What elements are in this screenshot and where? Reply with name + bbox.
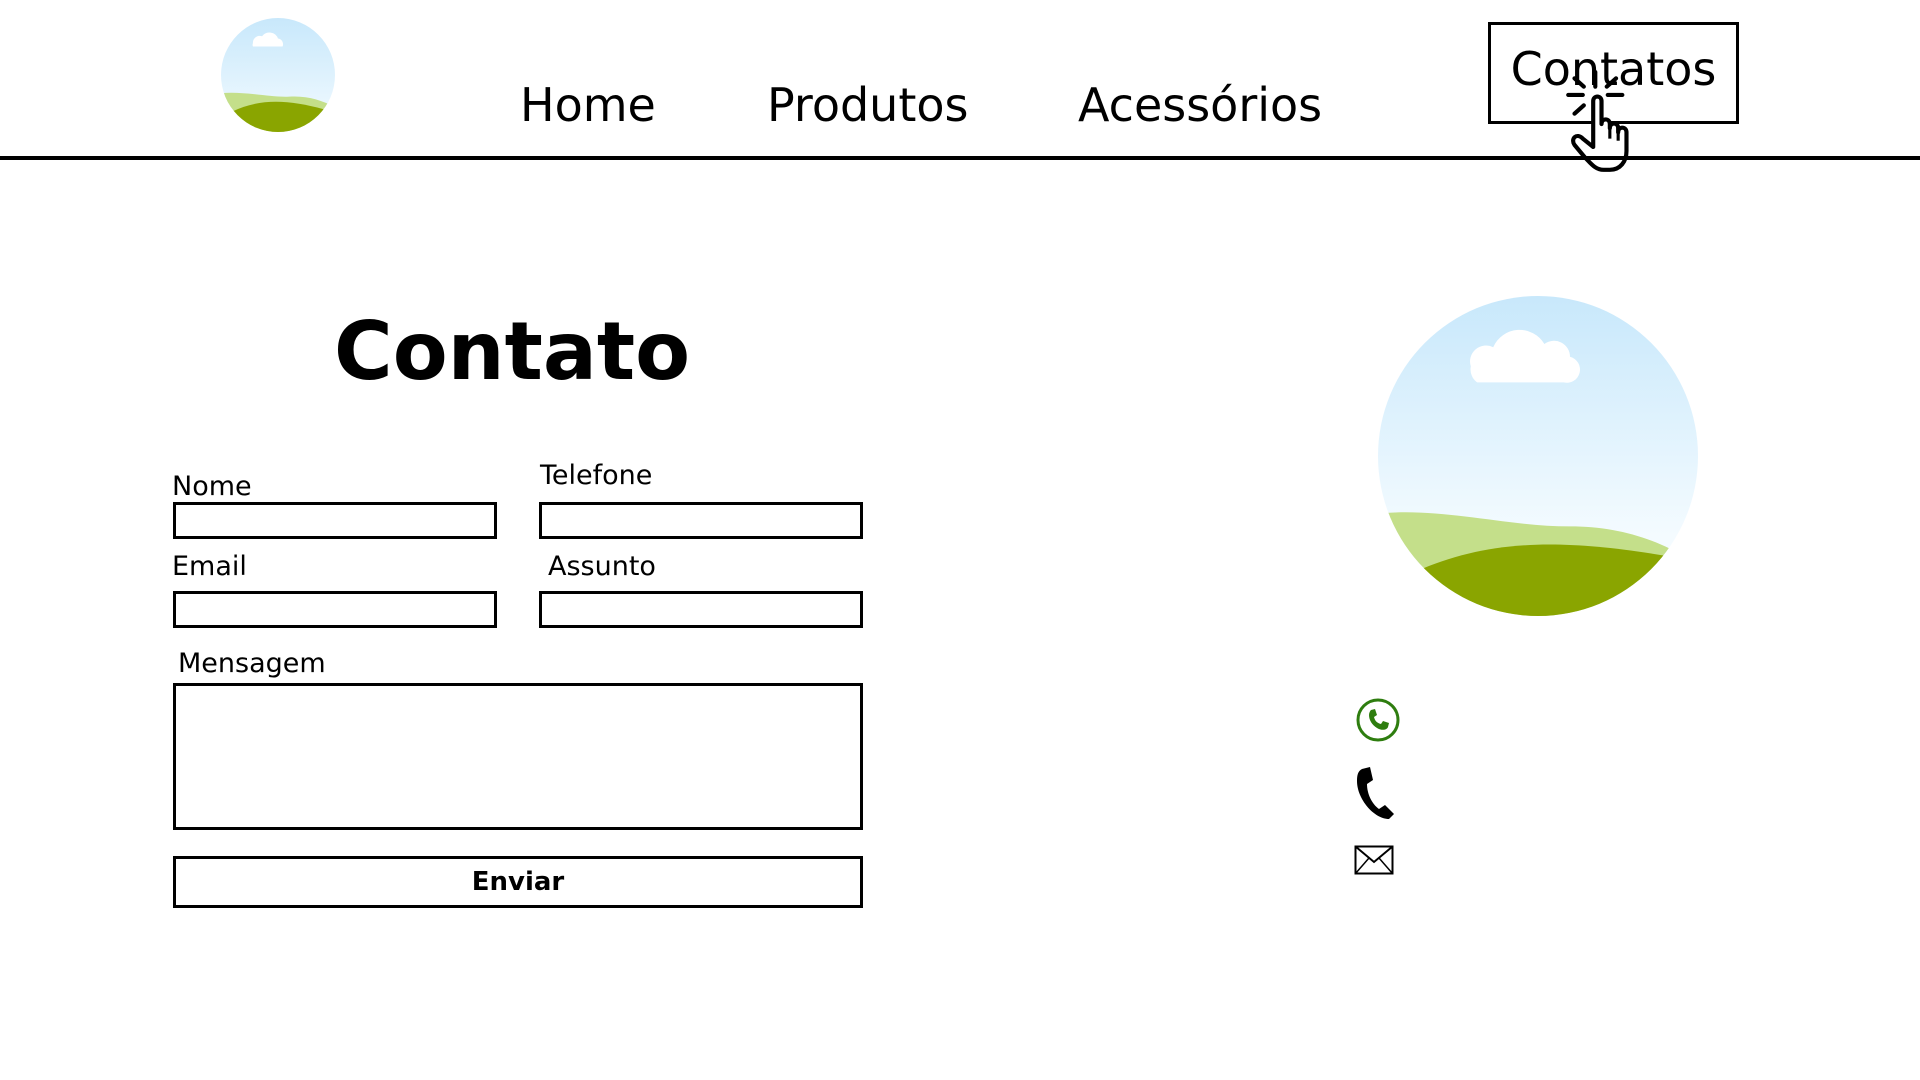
mensagem-label: Mensagem xyxy=(178,648,326,679)
assunto-label: Assunto xyxy=(548,551,656,582)
whatsapp-icon[interactable] xyxy=(1354,696,1402,744)
telefone-input[interactable] xyxy=(539,502,863,539)
landscape-logo-icon[interactable] xyxy=(221,18,335,132)
telefone-label: Telefone xyxy=(540,460,653,491)
nav-acessorios-link[interactable]: Acessórios xyxy=(1078,82,1322,128)
nav-produtos-link[interactable]: Produtos xyxy=(767,82,968,128)
site-header: Home Produtos Acessórios Contatos xyxy=(0,0,1920,172)
assunto-input[interactable] xyxy=(539,591,863,628)
email-label: Email xyxy=(172,551,247,582)
mensagem-textarea[interactable] xyxy=(173,683,863,830)
nome-input[interactable] xyxy=(173,502,497,539)
nome-label: Nome xyxy=(172,471,252,502)
phone-icon[interactable] xyxy=(1354,766,1398,820)
enviar-button-label: Enviar xyxy=(471,867,565,897)
header-divider xyxy=(0,156,1920,160)
landscape-hero-image xyxy=(1378,296,1698,616)
page-title: Contato xyxy=(334,305,691,398)
enviar-button[interactable]: Enviar xyxy=(173,856,863,908)
email-input[interactable] xyxy=(173,591,497,628)
mail-icon[interactable] xyxy=(1354,845,1394,875)
contact-page: Home Produtos Acessórios Contatos Contat… xyxy=(0,0,1920,1080)
nav-home-link[interactable]: Home xyxy=(520,82,656,128)
